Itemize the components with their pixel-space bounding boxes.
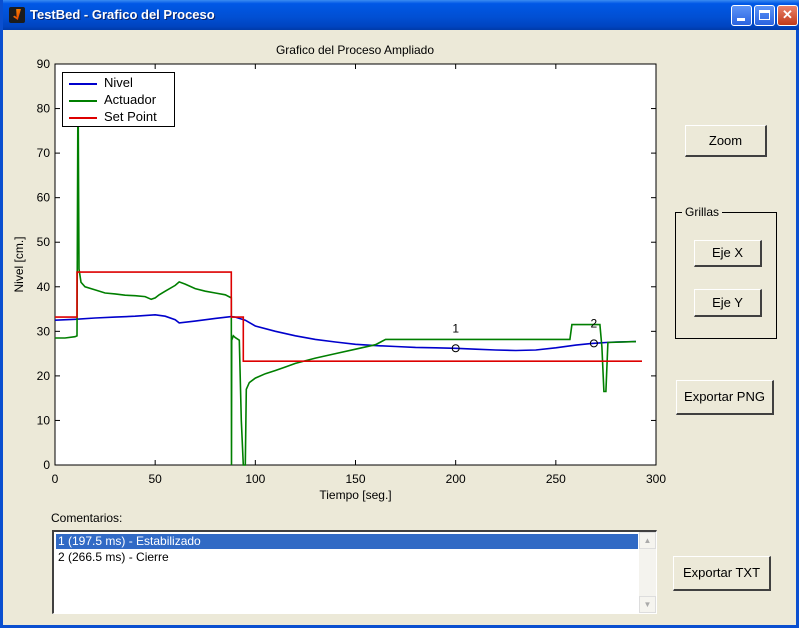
x-tick-label: 250	[546, 472, 566, 486]
y-tick-label: 30	[37, 324, 51, 338]
x-axis-label: Tiempo [seg.]	[319, 488, 391, 502]
eje-y-button[interactable]: Eje Y	[694, 289, 762, 317]
grillas-label: Grillas	[682, 205, 723, 219]
y-axis-label: Nivel [cm.]	[12, 236, 26, 292]
legend-swatch-actuador	[69, 99, 97, 102]
y-tick-label: 80	[37, 102, 51, 116]
y-tick-label: 10	[37, 413, 51, 427]
legend-item-nivel: Nivel	[69, 75, 133, 91]
list-item[interactable]: 1 (197.5 ms) - Estabilizado	[56, 534, 638, 549]
legend-swatch-nivel	[69, 82, 97, 85]
y-tick-label: 50	[37, 235, 51, 249]
x-tick-label: 200	[446, 472, 466, 486]
eje-x-button[interactable]: Eje X	[694, 240, 762, 267]
chart-legend: Nivel Actuador Set Point	[62, 72, 175, 127]
y-tick-label: 40	[37, 280, 51, 294]
x-tick-label: 100	[245, 472, 265, 486]
main-window: TestBed - Grafico del Proceso ✕ Grafico …	[0, 0, 799, 628]
comments-scrollbar[interactable]: ▲ ▼	[639, 532, 656, 613]
legend-label-nivel: Nivel	[104, 75, 133, 90]
y-tick-label: 20	[37, 369, 51, 383]
x-tick-label: 0	[52, 472, 59, 486]
marker-label: 1	[452, 321, 459, 335]
y-tick-label: 0	[43, 458, 50, 472]
legend-swatch-setpoint	[69, 116, 97, 119]
y-tick-label: 90	[37, 57, 51, 71]
x-tick-label: 300	[646, 472, 666, 486]
scroll-down-arrow-icon[interactable]: ▼	[639, 596, 656, 613]
scroll-up-arrow-icon[interactable]: ▲	[639, 532, 656, 549]
legend-item-setpoint: Set Point	[69, 109, 157, 125]
comments-label: Comentarios:	[51, 511, 123, 525]
legend-label-setpoint: Set Point	[104, 109, 157, 124]
marker-label: 2	[591, 316, 598, 330]
grillas-groupbox	[675, 212, 777, 339]
x-tick-label: 50	[148, 472, 162, 486]
y-tick-label: 70	[37, 146, 51, 160]
comments-listbox[interactable]: 1 (197.5 ms) - Estabilizado 2 (266.5 ms)…	[52, 530, 657, 614]
export-png-button[interactable]: Exportar PNG	[676, 380, 774, 415]
zoom-button[interactable]: Zoom	[685, 125, 767, 157]
y-tick-label: 60	[37, 191, 51, 205]
list-item[interactable]: 2 (266.5 ms) - Cierre	[56, 550, 638, 565]
x-tick-label: 150	[345, 472, 365, 486]
legend-label-actuador: Actuador	[104, 92, 157, 107]
legend-item-actuador: Actuador	[69, 92, 156, 108]
export-txt-button[interactable]: Exportar TXT	[673, 556, 771, 591]
